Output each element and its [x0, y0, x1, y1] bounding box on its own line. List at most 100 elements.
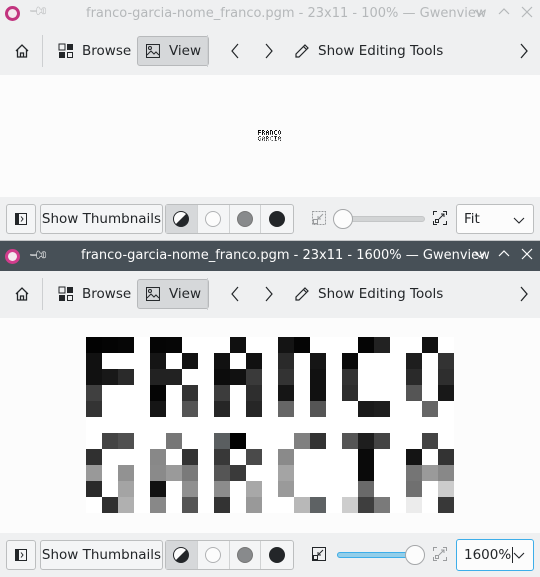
image-pixel	[166, 449, 182, 465]
home-icon	[15, 44, 29, 58]
background-dark-button[interactable]	[261, 541, 293, 569]
title-bar[interactable]: 📌︎ franco-garcia-nome_franco.pgm - 23x11…	[0, 241, 540, 271]
image-pixel	[390, 369, 406, 385]
show-thumbnails-button[interactable]: Show Thumbnails	[40, 204, 163, 234]
image-pixel	[118, 481, 134, 497]
image-pixel	[342, 417, 358, 433]
image-view[interactable]	[0, 318, 540, 533]
image-pixel	[390, 401, 406, 417]
background-auto-button[interactable]	[166, 541, 198, 569]
background-neutral-button[interactable]	[230, 205, 262, 233]
zoom-combobox[interactable]: 1600%	[456, 539, 534, 571]
zoom-fill-icon[interactable]	[433, 547, 447, 561]
image-pixel	[358, 465, 374, 481]
image-pixel	[246, 353, 262, 369]
image-pixel	[438, 401, 454, 417]
image-pixel	[422, 417, 438, 433]
contrast-icon	[173, 547, 190, 563]
slider-handle[interactable]	[405, 545, 425, 565]
next-button[interactable]	[257, 36, 281, 66]
sidebar-toggle-button[interactable]	[6, 204, 36, 234]
image-pixel	[150, 401, 166, 417]
slider-handle[interactable]	[333, 209, 353, 229]
image-pixel	[230, 497, 246, 513]
close-icon	[521, 6, 533, 18]
image-pixel	[278, 337, 294, 353]
image-pixel	[438, 369, 454, 385]
zoom-slider[interactable]	[333, 545, 425, 565]
image-pixel	[262, 433, 278, 449]
chevron-down-icon	[513, 552, 525, 559]
chevron-up-icon	[498, 8, 510, 15]
zoom-fit-icon[interactable]	[312, 547, 326, 561]
image-pixel	[230, 385, 246, 401]
image-pixel	[374, 497, 390, 513]
background-dark-button[interactable]	[261, 205, 293, 233]
image-view[interactable]	[0, 75, 540, 197]
image-pixel	[326, 433, 342, 449]
show-thumbnails-button[interactable]: Show Thumbnails	[40, 540, 163, 570]
image-pixel	[198, 481, 214, 497]
image-pixel	[294, 497, 310, 513]
background-light-button[interactable]	[198, 205, 230, 233]
maximize-button[interactable]	[494, 4, 514, 24]
browse-button[interactable]: Browse	[52, 279, 137, 309]
image-pixel	[422, 465, 438, 481]
image-pixel	[134, 417, 150, 433]
image-pixel	[326, 449, 342, 465]
previous-button[interactable]	[223, 36, 247, 66]
show-editing-tools-button[interactable]: Show Editing Tools	[294, 279, 443, 309]
minimize-button[interactable]	[470, 4, 490, 24]
browse-button[interactable]: Browse	[52, 36, 137, 66]
image-pixel	[118, 353, 134, 369]
zoom-combobox[interactable]: Fit	[456, 204, 534, 234]
more-button[interactable]	[512, 279, 536, 309]
background-light-button[interactable]	[198, 541, 230, 569]
close-button[interactable]	[517, 4, 537, 24]
gwenview-app-icon[interactable]	[5, 6, 20, 21]
image-pixel	[102, 433, 118, 449]
close-button[interactable]	[517, 246, 537, 266]
next-button[interactable]	[257, 279, 281, 309]
image-pixel	[134, 337, 150, 353]
previous-button[interactable]	[223, 279, 247, 309]
status-bar: Show Thumbnails 1600%	[0, 533, 540, 577]
image-pixel	[214, 449, 230, 465]
image-pixel	[246, 465, 262, 481]
image-pixel	[150, 369, 166, 385]
more-button[interactable]	[512, 36, 536, 66]
maximize-button[interactable]	[494, 246, 514, 266]
image-pixel	[390, 433, 406, 449]
view-button[interactable]: View	[137, 279, 209, 309]
gwenview-app-icon[interactable]	[5, 249, 20, 264]
image-pixel	[390, 497, 406, 513]
background-neutral-button[interactable]	[230, 541, 262, 569]
image-pixel	[422, 497, 438, 513]
image-pixel	[342, 385, 358, 401]
sidebar-toggle-button[interactable]	[6, 540, 36, 570]
view-button[interactable]: View	[137, 36, 209, 66]
zoom-fit-icon[interactable]	[312, 211, 326, 225]
image-pixel	[246, 497, 262, 513]
minimize-button[interactable]	[470, 246, 490, 266]
image-pixel	[134, 497, 150, 513]
close-icon	[521, 248, 533, 260]
zoom-fill-icon[interactable]	[433, 211, 447, 225]
image-pixel	[358, 369, 374, 385]
background-auto-button[interactable]	[166, 205, 198, 233]
image-pixel	[294, 369, 310, 385]
gray-circle-icon	[236, 547, 253, 563]
title-bar[interactable]: 📌︎ franco-garcia-nome_franco.pgm - 23x11…	[0, 0, 540, 27]
sidebar-toggle-icon	[15, 549, 27, 561]
image-pixel	[294, 465, 310, 481]
pin-icon[interactable]: 📌︎	[27, 0, 49, 22]
image-pixel	[166, 433, 182, 449]
image-pixel	[326, 497, 342, 513]
zoom-slider[interactable]	[333, 209, 425, 229]
image-pixel	[390, 481, 406, 497]
show-editing-tools-button[interactable]: Show Editing Tools	[294, 36, 443, 66]
pin-icon[interactable]: 📌︎	[27, 244, 49, 266]
home-button[interactable]	[8, 36, 36, 66]
image-pixel	[198, 401, 214, 417]
home-button[interactable]	[8, 279, 36, 309]
